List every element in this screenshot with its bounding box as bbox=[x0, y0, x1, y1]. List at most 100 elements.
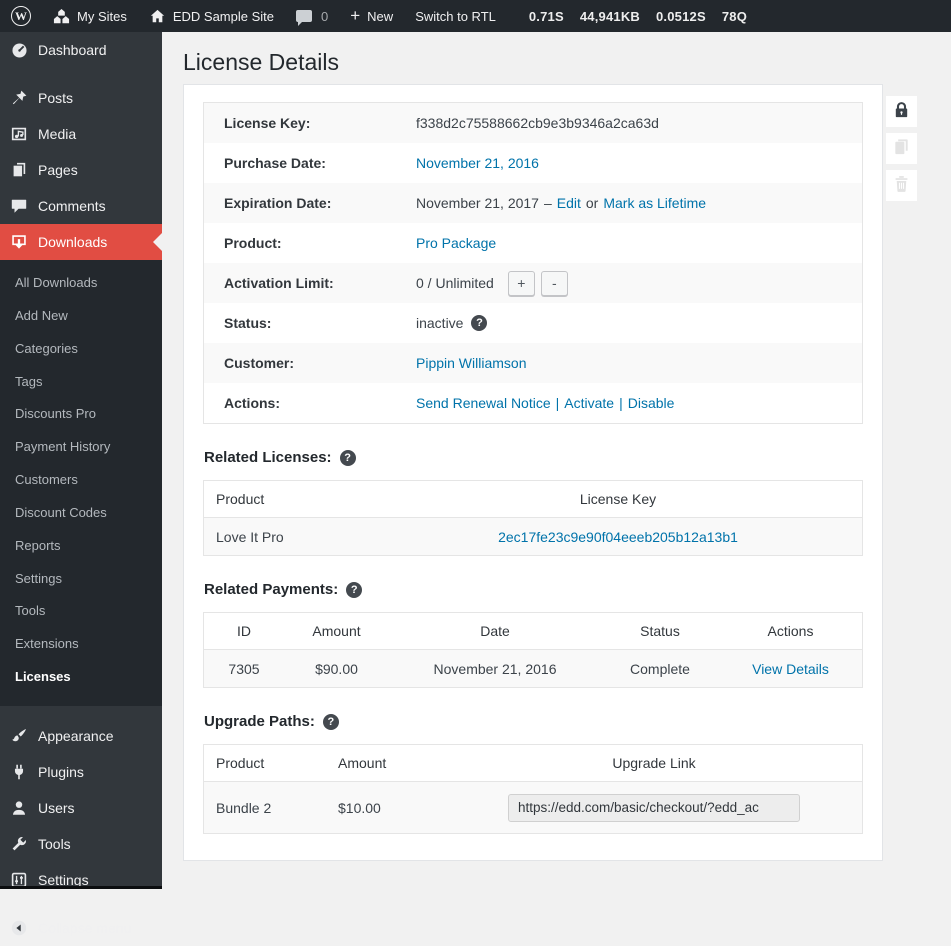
help-icon[interactable]: ? bbox=[346, 582, 362, 598]
new-content-menu[interactable]: + New bbox=[339, 0, 404, 32]
comment-count: 0 bbox=[321, 9, 328, 24]
admin-bar: W My Sites EDD Sample Site 0 + New Switc… bbox=[0, 0, 951, 32]
sidebar-separator bbox=[0, 898, 162, 910]
submenu-customers[interactable]: Customers bbox=[0, 464, 162, 497]
expiration-or-text: or bbox=[581, 195, 603, 211]
disable-link[interactable]: Disable bbox=[628, 395, 675, 411]
license-details-table: License Key: f338d2c75588662cb9e3b9346a2… bbox=[203, 102, 863, 424]
sidebar-label: Downloads bbox=[38, 233, 107, 251]
sidebar-item-appearance[interactable]: Appearance bbox=[0, 718, 162, 754]
related-licenses-table: Product License Key Love It Pro 2ec17fe2… bbox=[203, 480, 863, 556]
lock-button[interactable] bbox=[886, 96, 917, 127]
submenu-tools[interactable]: Tools bbox=[0, 595, 162, 628]
delete-button[interactable] bbox=[886, 170, 917, 201]
submenu-extensions[interactable]: Extensions bbox=[0, 628, 162, 661]
wp-logo-button[interactable]: W bbox=[0, 0, 42, 32]
submenu-tags[interactable]: Tags bbox=[0, 366, 162, 399]
submenu-discount-codes[interactable]: Discount Codes bbox=[0, 497, 162, 530]
license-details-card: License Key: f338d2c75588662cb9e3b9346a2… bbox=[183, 84, 883, 861]
payment-amount: $90.00 bbox=[284, 661, 389, 677]
submenu-discounts-pro[interactable]: Discounts Pro bbox=[0, 398, 162, 431]
sidebar-item-collapse-menu[interactable]: Collapse menu bbox=[0, 910, 162, 946]
upgrade-link-input[interactable] bbox=[508, 794, 800, 822]
sidebar-item-tools[interactable]: Tools bbox=[0, 826, 162, 862]
expiration-dash: – bbox=[539, 195, 557, 211]
submenu-all-downloads[interactable]: All Downloads bbox=[0, 267, 162, 300]
column-date: Date bbox=[389, 623, 601, 639]
admin-sidebar: Dashboard Posts Media Pages bbox=[0, 32, 162, 889]
comments-indicator[interactable]: 0 bbox=[285, 0, 339, 32]
upgrade-paths-header: Product Amount Upgrade Link bbox=[204, 745, 862, 782]
activation-limit-value: 0 / Unlimited bbox=[416, 275, 494, 291]
copy-icon bbox=[892, 137, 911, 161]
related-payments-heading: Related Payments: ? bbox=[204, 581, 863, 598]
row-license-key: License Key: f338d2c75588662cb9e3b9346a2… bbox=[204, 103, 862, 143]
trash-icon bbox=[892, 174, 911, 198]
my-sites-icon bbox=[53, 8, 70, 25]
sidebar-label: Dashboard bbox=[38, 41, 107, 59]
submenu-payment-history[interactable]: Payment History bbox=[0, 431, 162, 464]
related-licenses-heading: Related Licenses: ? bbox=[204, 449, 863, 466]
help-icon[interactable]: ? bbox=[323, 714, 339, 730]
sidebar-item-posts[interactable]: Posts bbox=[0, 80, 162, 116]
my-sites-menu[interactable]: My Sites bbox=[42, 0, 138, 32]
tools-wrench-icon bbox=[9, 834, 29, 854]
column-amount: Amount bbox=[326, 755, 446, 771]
submenu-add-new[interactable]: Add New bbox=[0, 300, 162, 333]
submenu-reports[interactable]: Reports bbox=[0, 530, 162, 563]
product-link[interactable]: Pro Package bbox=[416, 235, 496, 251]
upgrade-amount: $10.00 bbox=[326, 800, 446, 816]
help-icon[interactable]: ? bbox=[471, 315, 487, 331]
appearance-brush-icon bbox=[9, 726, 29, 746]
sidebar-item-comments[interactable]: Comments bbox=[0, 188, 162, 224]
stat-query-count: 78Q bbox=[722, 9, 747, 24]
sidebar-item-plugins[interactable]: Plugins bbox=[0, 754, 162, 790]
edit-expiration-link[interactable]: Edit bbox=[557, 195, 581, 211]
view-details-link[interactable]: View Details bbox=[752, 661, 829, 677]
upgrade-paths-table: Product Amount Upgrade Link Bundle 2 $10… bbox=[203, 744, 863, 834]
increase-limit-button[interactable]: + bbox=[508, 271, 535, 296]
row-activation-limit: Activation Limit: 0 / Unlimited + - bbox=[204, 263, 862, 303]
sidebar-item-dashboard[interactable]: Dashboard bbox=[0, 32, 162, 68]
purchase-date-link[interactable]: November 21, 2016 bbox=[416, 155, 539, 171]
wordpress-logo-icon: W bbox=[11, 6, 31, 26]
copy-button[interactable] bbox=[886, 133, 917, 164]
customer-label: Customer: bbox=[204, 355, 416, 371]
activate-link[interactable]: Activate bbox=[564, 395, 614, 411]
send-renewal-notice-link[interactable]: Send Renewal Notice bbox=[416, 395, 551, 411]
upgrade-paths-heading-text: Upgrade Paths: bbox=[204, 713, 315, 730]
expiration-date-label: Expiration Date: bbox=[204, 195, 416, 211]
pages-icon bbox=[9, 160, 29, 180]
sidebar-item-downloads[interactable]: Downloads bbox=[0, 224, 162, 260]
table-row: Bundle 2 $10.00 bbox=[204, 782, 862, 833]
comments-icon bbox=[9, 196, 29, 216]
related-license-key-link[interactable]: 2ec17fe23c9e90f04eeeb205b12a13b1 bbox=[498, 529, 738, 545]
mark-as-lifetime-link[interactable]: Mark as Lifetime bbox=[603, 195, 706, 211]
actions-label: Actions: bbox=[204, 395, 416, 411]
column-upgrade-link: Upgrade Link bbox=[446, 755, 862, 771]
license-key-label: License Key: bbox=[204, 115, 416, 131]
payment-id: 7305 bbox=[204, 661, 284, 677]
submenu-settings[interactable]: Settings bbox=[0, 563, 162, 596]
row-purchase-date: Purchase Date: November 21, 2016 bbox=[204, 143, 862, 183]
collapse-arrow-icon bbox=[9, 918, 29, 938]
row-status: Status: inactive ? bbox=[204, 303, 862, 343]
dashboard-icon bbox=[9, 40, 29, 60]
sidebar-label: Pages bbox=[38, 161, 78, 179]
sidebar-item-users[interactable]: Users bbox=[0, 790, 162, 826]
site-name-menu[interactable]: EDD Sample Site bbox=[138, 0, 285, 32]
help-icon[interactable]: ? bbox=[340, 450, 356, 466]
submenu-categories[interactable]: Categories bbox=[0, 333, 162, 366]
customer-link[interactable]: Pippin Williamson bbox=[416, 355, 526, 371]
row-expiration-date: Expiration Date: November 21, 2017 – Edi… bbox=[204, 183, 862, 223]
column-status: Status bbox=[601, 623, 719, 639]
submenu-licenses[interactable]: Licenses bbox=[0, 661, 162, 694]
sidebar-label: Appearance bbox=[38, 727, 114, 745]
switch-to-rtl-button[interactable]: Switch to RTL bbox=[404, 0, 507, 32]
sidebar-item-settings[interactable]: Settings bbox=[0, 862, 162, 898]
related-licenses-heading-text: Related Licenses: bbox=[204, 449, 332, 466]
decrease-limit-button[interactable]: - bbox=[541, 271, 568, 296]
sidebar-item-pages[interactable]: Pages bbox=[0, 152, 162, 188]
sidebar-item-media[interactable]: Media bbox=[0, 116, 162, 152]
stat-memory: 44,941KB bbox=[580, 9, 640, 24]
